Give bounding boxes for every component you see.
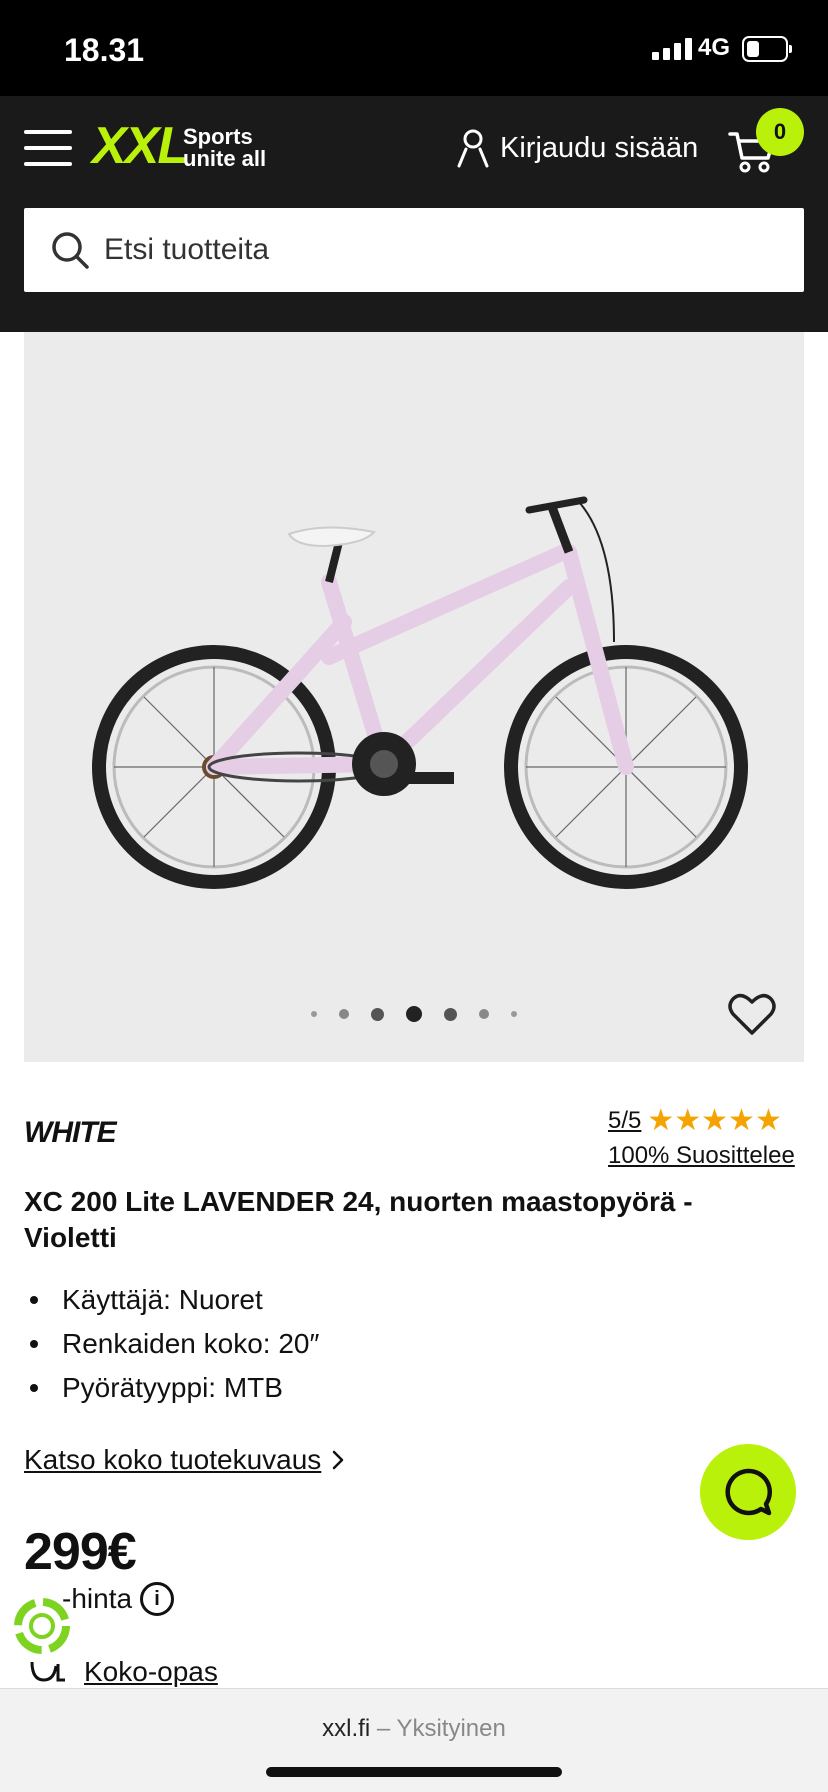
chat-button[interactable]: [700, 1444, 796, 1540]
feature-list: Käyttäjä: Nuoret Renkaiden koko: 20″ Pyö…: [24, 1278, 319, 1410]
gallery-dot-active[interactable]: [406, 1006, 422, 1022]
browser-url[interactable]: xxl.fi – Yksityinen: [0, 1715, 828, 1743]
wishlist-heart-icon[interactable]: [728, 992, 776, 1036]
eco-badge-icon[interactable]: [12, 1596, 72, 1656]
signal-icon: [652, 38, 692, 60]
gallery-dot[interactable]: [311, 1011, 317, 1017]
chat-bubble-icon: [725, 1468, 772, 1516]
product-image: [92, 496, 748, 889]
full-description-link[interactable]: Katso koko tuotekuvaus: [24, 1444, 345, 1476]
status-bar: 18.31 4G: [0, 0, 828, 96]
tagline-line1: Sports: [183, 124, 253, 149]
search-input[interactable]: [104, 233, 754, 267]
price-note: -hinta i: [62, 1582, 175, 1616]
product-image-gallery[interactable]: [24, 332, 804, 1062]
gallery-dot[interactable]: [339, 1009, 349, 1019]
chevron-right-icon: [333, 1450, 344, 1470]
site-header: XXL Sports unite all Kirjaudu sisään 0: [0, 96, 828, 332]
battery-icon: [742, 36, 792, 62]
gallery-dots[interactable]: [24, 1006, 804, 1022]
price-note-label: -hinta: [62, 1583, 133, 1614]
info-icon[interactable]: i: [140, 1582, 175, 1616]
user-icon: [457, 129, 489, 168]
gallery-dot[interactable]: [511, 1011, 517, 1017]
tagline-line2: unite all: [183, 146, 267, 171]
gallery-dot[interactable]: [371, 1007, 384, 1021]
menu-icon[interactable]: [24, 130, 72, 166]
rating-score[interactable]: 5/5: [608, 1107, 641, 1135]
status-time: 18.31: [64, 32, 145, 68]
search-icon: [52, 232, 89, 269]
logo-tagline: Sports unite all: [183, 126, 266, 170]
login-label: Kirjaudu sisään: [500, 131, 699, 164]
size-guide-label: Koko-opas: [84, 1656, 218, 1687]
full-description-label: Katso koko tuotekuvaus: [24, 1444, 322, 1475]
product-title: XC 200 Lite LAVENDER 24, nuorten maastop…: [24, 1186, 693, 1253]
gallery-dot[interactable]: [479, 1009, 489, 1019]
rating-stars-icon: ★★★★★: [647, 1104, 782, 1137]
size-guide-icon: [30, 1661, 65, 1682]
home-indicator[interactable]: [266, 1767, 562, 1777]
url-separator: –: [376, 1715, 391, 1742]
feature-item: Pyörätyyppi: MTB: [24, 1366, 319, 1410]
browser-address-bar[interactable]: xxl.fi – Yksityinen: [0, 1688, 828, 1792]
feature-item: Renkaiden koko: 20″: [24, 1322, 319, 1366]
recommend-link[interactable]: 100% Suosittelee: [608, 1142, 795, 1170]
url-domain: xxl.fi: [322, 1715, 371, 1742]
brand-logo[interactable]: WHITE: [24, 1116, 117, 1150]
feature-item: Käyttäjä: Nuoret: [24, 1278, 319, 1322]
gallery-dot[interactable]: [444, 1007, 457, 1021]
size-guide-link[interactable]: Koko-opas: [30, 1656, 218, 1688]
search-bar[interactable]: [24, 208, 804, 292]
browsing-mode: Yksityinen: [396, 1715, 506, 1742]
network-label: 4G: [698, 34, 731, 61]
cart-count-badge[interactable]: 0: [756, 108, 804, 156]
product-price: 299€: [24, 1523, 137, 1581]
login-link[interactable]: Kirjaudu sisään: [456, 128, 698, 168]
site-logo[interactable]: XXL: [92, 120, 189, 172]
product-rating[interactable]: 5/5 ★★★★★: [608, 1106, 782, 1136]
